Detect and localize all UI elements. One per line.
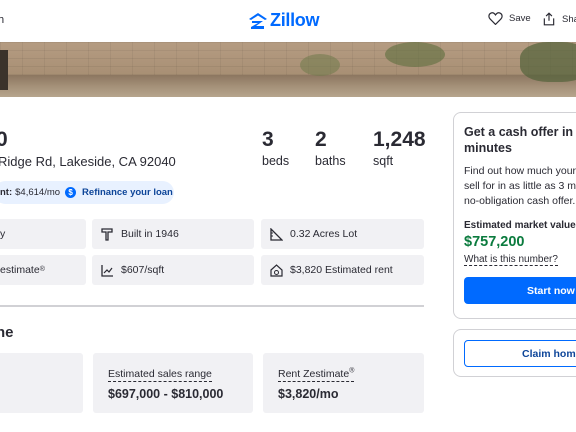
photo-bush xyxy=(385,42,445,67)
cash-offer-desc-line2: sell for in as little as 3 mi xyxy=(464,180,576,192)
rent-zestimate-label-text: Rent Zestimate xyxy=(278,368,350,380)
photo-bush xyxy=(520,42,576,82)
fact-year-built: Built in 1946 xyxy=(92,219,254,249)
cash-offer-description: Find out how much your sell for in as li… xyxy=(464,164,576,209)
fact-lot-text: 0.32 Acres Lot xyxy=(290,228,358,240)
sqft-stat: 1,248 sqft xyxy=(373,128,426,168)
beds-value: 3 xyxy=(262,128,274,151)
property-photo[interactable] xyxy=(0,42,576,97)
est-payment-value: $4,614/mo xyxy=(15,187,61,198)
share-button[interactable]: Sha xyxy=(542,12,576,26)
dollar-icon: $ xyxy=(65,187,77,198)
hammer-icon xyxy=(100,227,114,241)
cash-offer-title: Get a cash offer in minutes xyxy=(464,124,576,156)
cash-offer-desc-line3: no-obligation cash offer. xyxy=(464,195,576,207)
est-payment-pill: nt: $4,614/mo $ Refinance your loan xyxy=(0,181,174,204)
zillow-logo-icon xyxy=(249,12,267,29)
cash-offer-title-line1: Get a cash offer in xyxy=(464,125,574,139)
chart-icon xyxy=(100,263,114,277)
sqft-value: 1,248 xyxy=(373,128,426,151)
rent-zestimate-value: $3,820/mo xyxy=(278,387,339,401)
what-is-this-number-link[interactable]: What is this number? xyxy=(464,254,558,266)
fact-type-text: y xyxy=(0,228,6,240)
baths-label: baths xyxy=(315,154,346,168)
photo-ground xyxy=(0,75,576,97)
cash-offer-title-line2: minutes xyxy=(464,141,512,155)
photo-edge xyxy=(0,50,8,90)
cash-offer-card: Get a cash offer in minutes Find out how… xyxy=(453,112,576,319)
listing-address: Ridge Rd, Lakeside, CA 92040 xyxy=(0,154,176,169)
home-value-title: ne xyxy=(0,324,14,341)
fact-year-built-text: Built in 1946 xyxy=(121,228,179,240)
fact-price-sqft: $607/sqft xyxy=(92,255,254,285)
zillow-logo[interactable]: Zillow xyxy=(249,10,320,31)
fact-zestimate: estimate ® xyxy=(0,255,86,285)
claim-home-button[interactable]: Claim home xyxy=(464,340,576,367)
ruler-icon xyxy=(269,227,283,241)
section-divider xyxy=(0,305,424,307)
claim-home-card: Claim home xyxy=(453,329,576,377)
save-button[interactable]: Save xyxy=(488,12,531,25)
beds-label: beds xyxy=(262,154,290,168)
fact-zestimate-text: estimate xyxy=(0,264,40,276)
top-header: h Zillow Save Sha xyxy=(0,0,576,42)
back-link[interactable]: h xyxy=(0,14,4,26)
fact-lot: 0.32 Acres Lot xyxy=(261,219,424,249)
sales-range-value: $697,000 - $810,000 xyxy=(108,387,224,401)
heart-icon xyxy=(488,12,503,25)
value-card-zestimate xyxy=(0,353,83,413)
sales-range-label[interactable]: Estimated sales range xyxy=(108,368,212,382)
fact-type: y xyxy=(0,219,86,249)
save-label: Save xyxy=(509,13,531,24)
fact-est-rent: $3,820 Estimated rent xyxy=(261,255,424,285)
photo-wall xyxy=(0,42,576,75)
share-icon xyxy=(543,12,555,26)
start-now-button[interactable]: Start now xyxy=(464,277,576,304)
value-card-rent-zestimate: Rent Zestimate® $3,820/mo xyxy=(263,353,424,413)
beds-stat: 3 beds xyxy=(262,128,289,168)
refinance-link[interactable]: Refinance your loan xyxy=(82,187,173,198)
market-value-label: Estimated market value xyxy=(464,220,576,231)
fact-est-rent-text: $3,820 Estimated rent xyxy=(290,264,393,276)
house-money-icon xyxy=(269,263,283,277)
est-payment-label: nt: xyxy=(0,187,13,198)
value-card-sales-range: Estimated sales range $697,000 - $810,00… xyxy=(93,353,253,413)
fact-price-sqft-text: $607/sqft xyxy=(121,264,165,276)
market-value-amount: $757,200 xyxy=(464,234,525,250)
registered-mark: ® xyxy=(349,367,355,375)
share-label: Sha xyxy=(562,13,576,25)
photo-bush xyxy=(300,54,340,76)
rent-zestimate-label[interactable]: Rent Zestimate® xyxy=(278,367,355,382)
cash-offer-desc-line1: Find out how much your xyxy=(464,165,576,177)
zillow-logo-text: Zillow xyxy=(270,10,320,30)
baths-value: 2 xyxy=(315,128,327,151)
baths-stat: 2 baths xyxy=(315,128,346,168)
sqft-label: sqft xyxy=(373,154,394,168)
listing-price: 0 xyxy=(0,128,8,151)
